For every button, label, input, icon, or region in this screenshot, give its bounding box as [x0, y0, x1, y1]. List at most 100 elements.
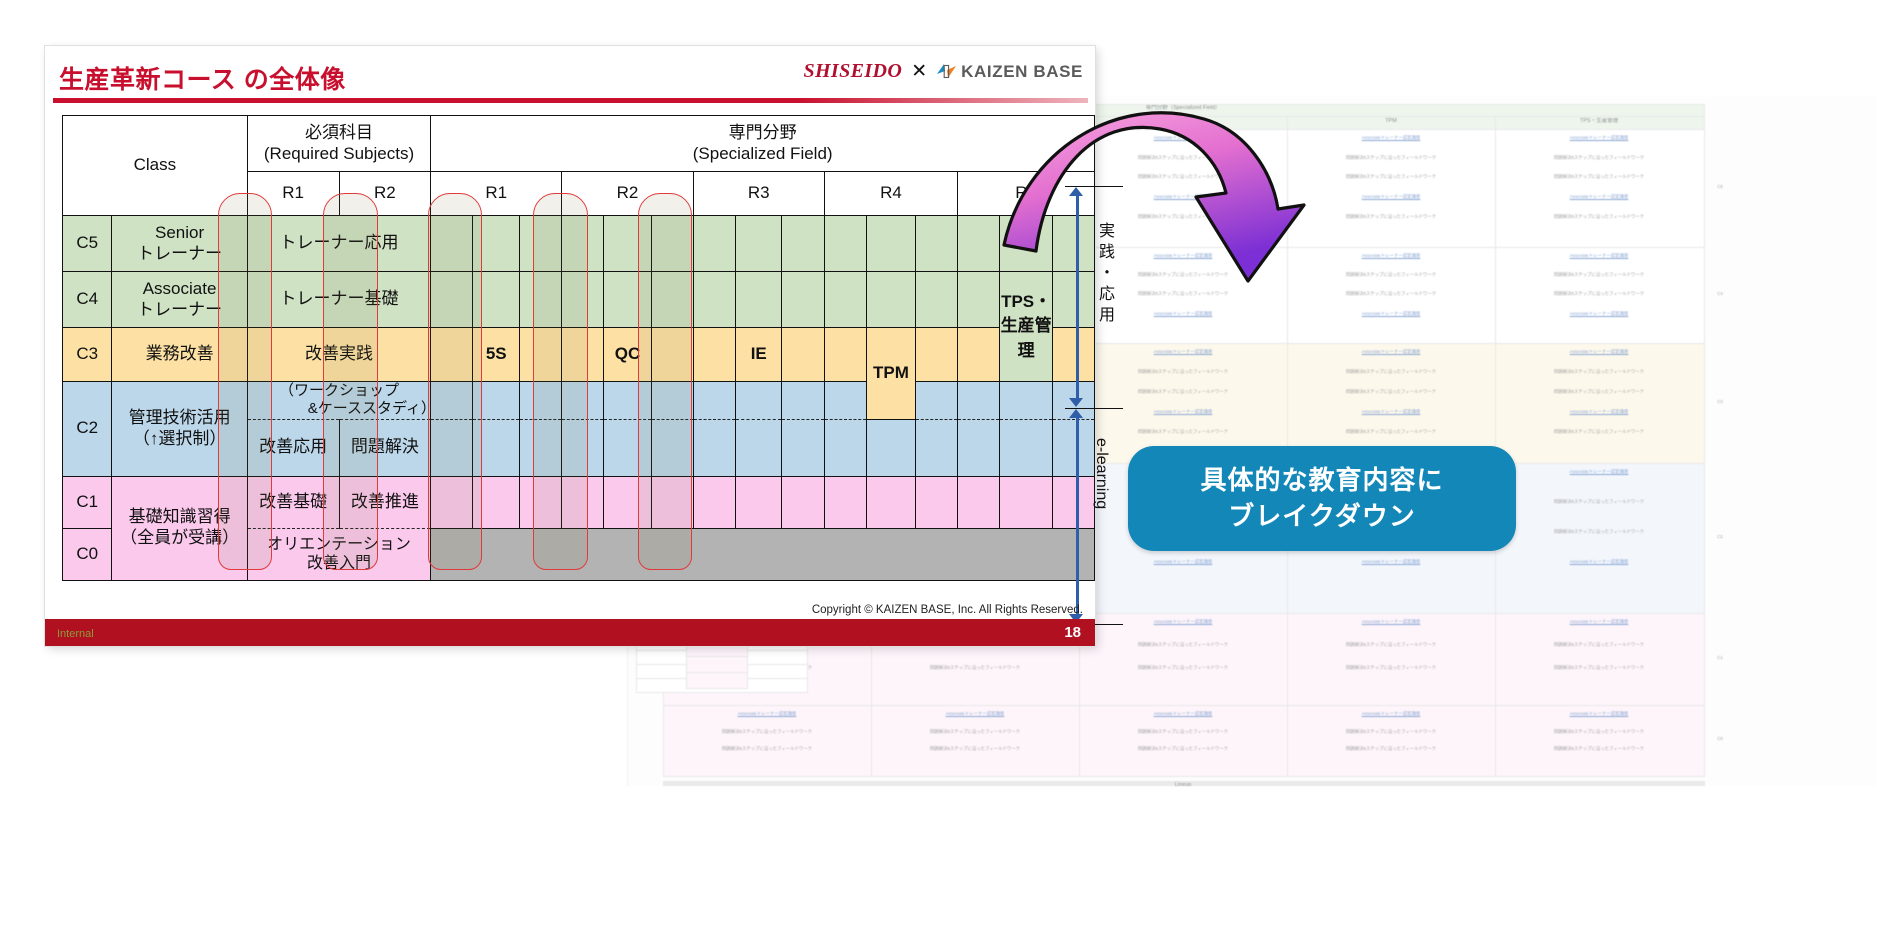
row-name-c2: 管理技術活用 （↑選択制） — [111, 381, 248, 477]
row-subject-c0: オリエンテーション 改善入門 — [246, 527, 432, 581]
bg-text: Associateトレーナー認定講座 — [1361, 135, 1421, 140]
bg-cell — [1495, 343, 1705, 465]
bg-text: 問題解決8ステップに沿ったフィールドワーク — [1553, 665, 1645, 670]
bg-text: Associateトレーナー認定講座 — [1361, 409, 1421, 414]
field-label-r1: 5S — [472, 327, 521, 382]
bg-text: Associateトレーナー認定講座 — [1361, 310, 1421, 316]
bg-text: Associateトレーナー認定講座 — [1569, 409, 1629, 414]
bg-text: 問題解決8ステップに沿ったフィールドワーク — [1553, 429, 1645, 434]
rail-label-elearning: e-learning — [1093, 438, 1110, 510]
phase-rails: 実践・応用 e-learning — [1065, 186, 1125, 626]
bg-text: C4 — [1717, 291, 1723, 296]
col-spec-r1: R1 — [430, 171, 563, 216]
copyright-text: Copyright © KAIZEN BASE, Inc. All Rights… — [811, 604, 1083, 616]
bg-text: Associateトレーナー認定講座 — [1361, 559, 1421, 564]
callout-line-1: 具体的な教育内容に — [1200, 465, 1444, 496]
course-matrix-table: Class 必須科目 (Required Subjects) 専門分野 (Spe… — [61, 115, 1096, 581]
bg-text: 問題解決8ステップに沿ったフィールドワーク — [1345, 174, 1437, 180]
bg-text: C3 — [1717, 399, 1723, 404]
bg-cell — [1287, 129, 1497, 249]
footer-bar: Internal 18 — [45, 619, 1095, 646]
title-underline — [53, 98, 1088, 103]
col-required-r1: R1 — [246, 171, 340, 216]
page-number: 18 — [1064, 624, 1081, 641]
col-required-r2: R2 — [338, 171, 432, 216]
table-row-c2-upper: C2 管理技術活用 （↑選択制） （ワークショップ &ケーススタディ） — [61, 381, 1096, 477]
row-code-c3: C3 — [61, 327, 113, 382]
bg-text: 問題解決8ステップに沿ったフィールドワーク — [1137, 728, 1229, 734]
row-name-c5: Senior トレーナー — [111, 215, 248, 272]
row-code-c1: C1 — [61, 475, 113, 529]
bg-text: 問題解決8ステップに沿ったフィールドワーク — [1553, 272, 1645, 278]
bg-text: 問題解決8ステップに沿ったフィールドワーク — [721, 746, 813, 751]
bg-text: Associateトレーナー認定講座 — [1569, 194, 1629, 199]
table-row-c1: C1 基礎知識習得 （全員が受講） 改善基礎 改善推進 — [61, 475, 1096, 581]
field-label-r5: TPS・生産管理 — [999, 271, 1053, 382]
bg-text: 問題解決8ステップに沿ったフィールドワーク — [1553, 499, 1645, 504]
bg-text: 問題解決8ステップに沿ったフィールドワーク — [1345, 369, 1437, 374]
row-subject-c2-r1: 改善応用 — [246, 418, 340, 477]
kaizen-base-logo: KAIZEN BASE — [936, 61, 1083, 82]
bg-cell — [1495, 129, 1705, 249]
bg-text: 問題解決8ステップに沿ったフィールドワーク — [1137, 174, 1229, 180]
bg-text: Associateトレーナー認定講座 — [1569, 711, 1629, 716]
row-name-c4: Associate トレーナー — [111, 271, 248, 328]
row-code-c4: C4 — [61, 271, 113, 328]
rail-arrow-down-1 — [1069, 398, 1083, 407]
table-group-header-row: Class 必須科目 (Required Subjects) 専門分野 (Spe… — [62, 115, 1095, 216]
bg-text: Associateトレーナー認定講座 — [1569, 349, 1629, 354]
bg-text: Associateトレーナー認定講座 — [1569, 135, 1629, 140]
col-spec-r2: R2 — [561, 171, 694, 216]
row-subject-c3: 改善実践 — [246, 327, 432, 382]
field-label-r4: TPM — [865, 327, 917, 420]
bg-text: 問題解決8ステップに沿ったフィールドワーク — [929, 746, 1021, 751]
row-subject-c1-r1: 改善基礎 — [246, 475, 340, 529]
bg-text: 問題解決8ステップに沿ったフィールドワーク — [1137, 642, 1229, 647]
row-name-c1: 基礎知識習得 （全員が受講） — [111, 475, 248, 581]
row-c0-gray-area — [430, 527, 1095, 581]
bg-text: Associateトレーナー認定講座 — [1153, 135, 1213, 140]
bg-cell — [1495, 463, 1705, 615]
kaizen-base-wordmark: KAIZEN BASE — [961, 61, 1083, 81]
bg-text: 問題解決8ステップに沿ったフィールドワーク — [1345, 291, 1437, 297]
logo-row: SHISEIDO ✕ KAIZEN BASE — [803, 60, 1083, 83]
bg-text: C1 — [1717, 655, 1723, 660]
bg-text: Associateトレーナー認定講座 — [1361, 349, 1421, 354]
bg-text: 問題解決8ステップに沿ったフィールドワーク — [1553, 154, 1645, 160]
header-specialized-jp: 専門分野 — [728, 122, 797, 142]
row-subject-c2-top: （ワークショップ &ケーススタディ） — [246, 381, 436, 420]
table-row-c3: C3 業務改善 改善実践 5S QC IE TPM — [61, 327, 1096, 420]
shiseido-logo: SHISEIDO — [803, 60, 903, 82]
bg-text: Associateトレーナー認定講座 — [1361, 194, 1421, 199]
bg-text: 問題解決8ステップに沿ったフィールドワーク — [1345, 213, 1437, 219]
field-label-r3: IE — [735, 327, 783, 382]
header-required-en: (Required Subjects) — [263, 143, 415, 163]
rail-label-practice: 実践・応用 — [1096, 222, 1113, 327]
header-required-jp: 必須科目 — [305, 122, 373, 142]
bg-text: 問題解決8ステップに沿ったフィールドワーク — [1345, 746, 1437, 751]
bg-text: 問題解決8ステップに沿ったフィールドワーク — [1553, 642, 1645, 647]
bg-text: 問題解決8ステップに沿ったフィールドワーク — [1345, 642, 1437, 647]
bg-text: 問題解決8ステップに沿ったフィールドワーク — [1553, 213, 1645, 219]
bg-text: Associateトレーナー認定講座 — [1361, 253, 1421, 258]
bg-text: Associateトレーナー認定講座 — [1569, 469, 1629, 474]
bg-text: Associateトレーナー認定講座 — [1569, 310, 1629, 316]
bg-text: Associateトレーナー認定講座 — [1361, 711, 1421, 716]
bg-text: C0 — [1717, 736, 1723, 741]
header-specialized-group: 専門分野 (Specialized Field) — [430, 115, 1095, 172]
row-subject-c5: トレーナー応用 — [246, 215, 432, 272]
bg-text: 問題解決8ステップに沿ったフィールドワーク — [1553, 369, 1645, 374]
bg-text: 問題解決8ステップに沿ったフィールドワーク — [1553, 728, 1645, 734]
bg-text: 問題解決8ステップに沿ったフィールドワーク — [1137, 154, 1229, 160]
rail-elearning — [1076, 418, 1079, 616]
slide-card: 生産革新コース の全体像 SHISEIDO ✕ KAIZEN BASE Clas… — [45, 46, 1123, 646]
callout-line-2: ブレイクダウン — [1228, 500, 1416, 531]
internal-label: Internal — [57, 628, 94, 640]
bg-text: Lineup — [1174, 782, 1192, 786]
bg-text: TPM — [1385, 118, 1397, 124]
bg-text: 問題解決8ステップに沿ったフィールドワーク — [1553, 291, 1645, 297]
bg-text: C5 — [1717, 184, 1723, 189]
bg-text: Associateトレーナー認定講座 — [1153, 711, 1213, 716]
header-required-group: 必須科目 (Required Subjects) — [246, 115, 432, 172]
times-icon: ✕ — [911, 61, 928, 82]
